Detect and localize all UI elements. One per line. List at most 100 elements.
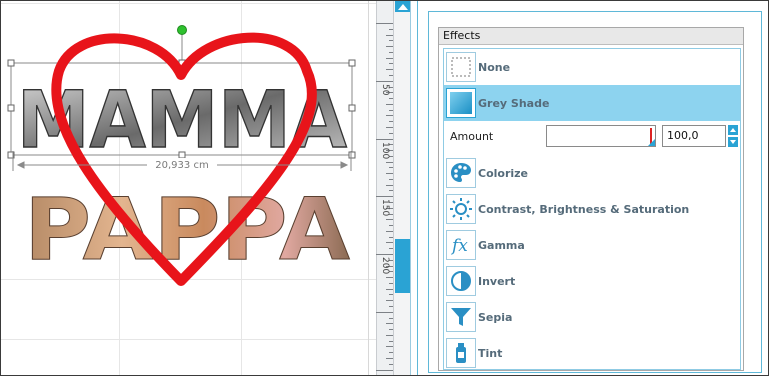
effect-label: Sepia bbox=[478, 310, 513, 324]
ruler-tick bbox=[386, 69, 393, 70]
effect-invert[interactable]: Invert bbox=[444, 263, 740, 299]
pappa-text: PAPPA bbox=[24, 180, 350, 280]
ruler-tick bbox=[389, 40, 393, 41]
grey-shade-icon bbox=[446, 88, 476, 118]
ruler-tick bbox=[386, 300, 393, 301]
ruler-tick bbox=[376, 81, 393, 82]
ruler-tick bbox=[386, 35, 393, 36]
ruler-tick bbox=[386, 58, 393, 59]
ruler-tick bbox=[386, 185, 393, 186]
ruler-tick bbox=[376, 196, 393, 197]
vertical-ruler: 50 100 150 200 bbox=[376, 1, 394, 375]
ruler-tick bbox=[389, 133, 393, 134]
ruler-tick bbox=[386, 289, 393, 290]
ruler-tick bbox=[386, 173, 393, 174]
effect-gamma[interactable]: fx Gamma bbox=[444, 227, 740, 263]
fx-icon: fx bbox=[446, 230, 476, 260]
ruler-label: 150 bbox=[380, 199, 390, 217]
ruler-tick bbox=[386, 127, 393, 128]
amount-slider[interactable] bbox=[546, 125, 656, 147]
funnel-icon bbox=[446, 302, 476, 332]
ruler-tick bbox=[389, 98, 393, 99]
ruler-tick bbox=[376, 23, 393, 24]
ruler-tick bbox=[389, 248, 393, 249]
ruler-tick bbox=[389, 318, 393, 319]
sun-icon bbox=[446, 194, 476, 224]
ruler-tick bbox=[389, 341, 393, 342]
ruler-tick bbox=[386, 46, 393, 47]
ruler-tick bbox=[376, 139, 393, 140]
ruler-label: 200 bbox=[380, 257, 390, 275]
effects-title: Effects bbox=[439, 28, 743, 45]
vertical-scrollbar[interactable] bbox=[394, 1, 411, 375]
amount-spinner[interactable] bbox=[728, 125, 738, 147]
slider-indicator bbox=[648, 139, 655, 146]
amount-row: Amount 100,0 bbox=[444, 122, 740, 152]
ruler-tick bbox=[386, 115, 393, 116]
effect-none[interactable]: None bbox=[444, 49, 740, 85]
ruler-tick bbox=[389, 237, 393, 238]
ruler-tick bbox=[389, 110, 393, 111]
ruler-tick bbox=[389, 167, 393, 168]
ruler-tick bbox=[389, 75, 393, 76]
effects-list: None Grey Shade Amount 100,0 Colorize Co… bbox=[443, 48, 741, 370]
spin-up-icon[interactable] bbox=[728, 125, 738, 135]
ruler-tick bbox=[386, 104, 393, 105]
ruler-tick bbox=[389, 329, 393, 330]
effect-label: Grey Shade bbox=[478, 96, 550, 110]
none-icon bbox=[446, 52, 476, 82]
ruler-tick bbox=[389, 283, 393, 284]
tint-bottle-icon bbox=[446, 338, 476, 368]
ruler-tick bbox=[389, 190, 393, 191]
ruler-tick bbox=[386, 323, 393, 324]
ruler-tick bbox=[386, 231, 393, 232]
effect-label: Invert bbox=[478, 274, 516, 288]
ruler-tick bbox=[389, 294, 393, 295]
svg-text:fx: fx bbox=[450, 236, 468, 256]
ruler-tick bbox=[389, 364, 393, 365]
palette-icon bbox=[446, 158, 476, 188]
ruler-tick bbox=[386, 277, 393, 278]
ruler-tick bbox=[386, 242, 393, 243]
effect-colorize[interactable]: Colorize bbox=[444, 155, 740, 191]
app-window: MAMMA PAPPA 20,933 cm 50 100 150 200 Eff… bbox=[0, 0, 769, 376]
ruler-tick bbox=[376, 254, 393, 255]
ruler-tick bbox=[386, 335, 393, 336]
ruler-tick bbox=[376, 370, 393, 371]
effect-label: Gamma bbox=[478, 238, 525, 252]
rotate-handle bbox=[177, 25, 187, 35]
effect-label: None bbox=[478, 60, 511, 74]
ruler-tick bbox=[389, 63, 393, 64]
amount-input[interactable]: 100,0 bbox=[662, 125, 726, 147]
ruler-tick bbox=[386, 162, 393, 163]
ruler-tick bbox=[389, 306, 393, 307]
design-canvas[interactable]: MAMMA PAPPA 20,933 cm bbox=[1, 1, 376, 375]
ruler-tick bbox=[386, 358, 393, 359]
effect-grey-shade[interactable]: Grey Shade bbox=[444, 85, 740, 121]
effect-sepia[interactable]: Sepia bbox=[444, 299, 740, 335]
effect-label: Colorize bbox=[478, 166, 529, 180]
scroll-thumb[interactable] bbox=[395, 239, 410, 293]
ruler-tick bbox=[389, 179, 393, 180]
properties-panel: Effects None Grey Shade Amount 100,0 Col… bbox=[417, 1, 768, 375]
invert-icon bbox=[446, 266, 476, 296]
ruler-tick bbox=[389, 352, 393, 353]
effects-group: Effects None Grey Shade Amount 100,0 Col… bbox=[438, 27, 744, 371]
ruler-tick bbox=[386, 219, 393, 220]
ruler-label: 50 bbox=[380, 84, 390, 96]
amount-label: Amount bbox=[450, 130, 494, 143]
design-artwork: MAMMA PAPPA 20,933 cm bbox=[7, 25, 356, 286]
ruler-tick bbox=[389, 52, 393, 53]
ruler-label: 100 bbox=[380, 142, 390, 160]
effect-label: Contrast, Brightness & Saturation bbox=[478, 202, 690, 216]
effect-tint[interactable]: Tint bbox=[444, 335, 740, 371]
ruler-tick bbox=[389, 121, 393, 122]
ruler-tick bbox=[389, 225, 393, 226]
effect-contrast[interactable]: Contrast, Brightness & Saturation bbox=[444, 191, 740, 227]
dimension-label: 20,933 cm bbox=[155, 160, 208, 171]
ruler-tick bbox=[389, 29, 393, 30]
spin-down-icon[interactable] bbox=[728, 137, 738, 147]
ruler-tick bbox=[386, 346, 393, 347]
scroll-up-arrow-icon[interactable] bbox=[395, 1, 410, 12]
ruler-tick bbox=[376, 312, 393, 313]
